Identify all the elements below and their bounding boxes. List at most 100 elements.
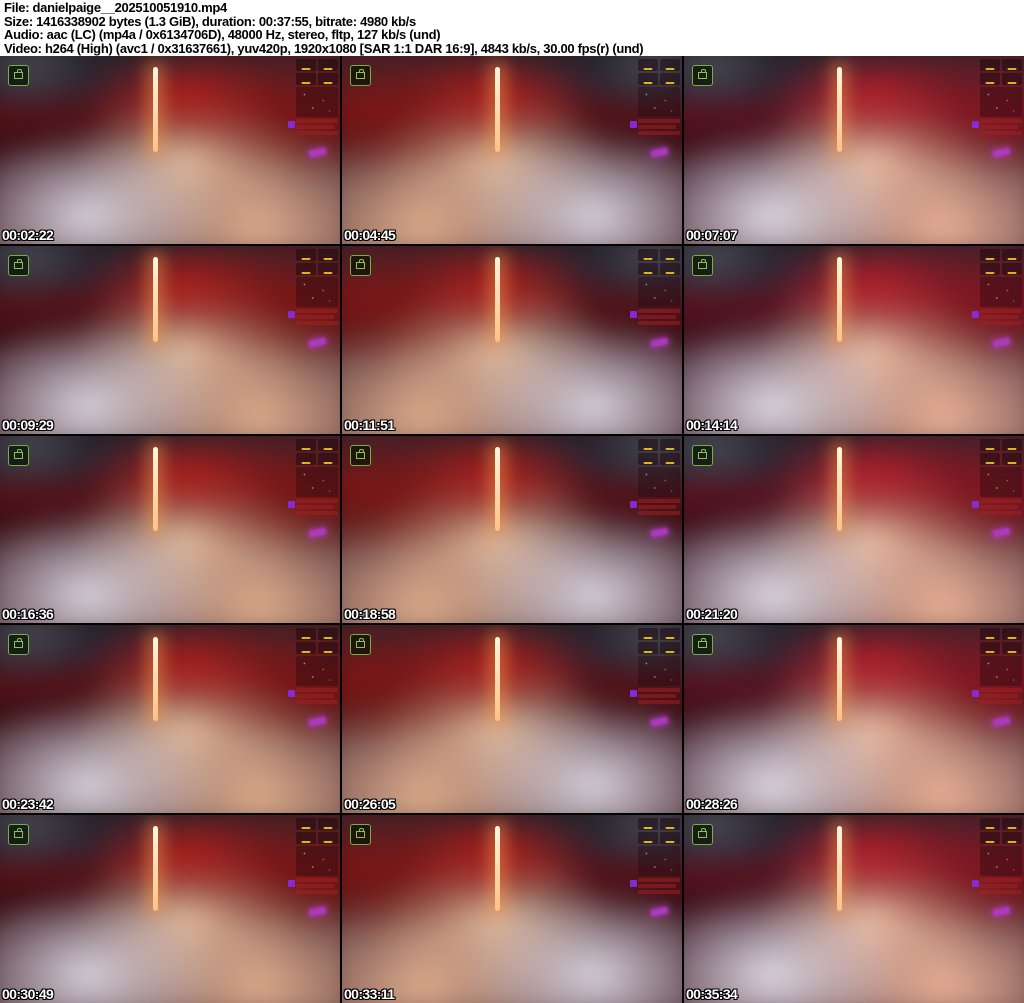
stream-stats-overlay xyxy=(630,438,680,538)
thumbnail[interactable]: 00:14:14 xyxy=(684,245,1024,434)
chat-line xyxy=(980,688,1022,693)
file-name-line: File: danielpaige__202510051910.mp4 xyxy=(4,0,227,15)
stream-stats-overlay xyxy=(630,248,680,348)
timestamp-label: 00:26:05 xyxy=(344,796,396,813)
green-stream-logo-icon xyxy=(8,444,29,466)
thumbnail[interactable]: 00:18:58 xyxy=(342,435,682,624)
stream-stats-overlay xyxy=(288,628,338,728)
thumbnail[interactable]: 00:23:42 xyxy=(0,625,340,814)
thumbnail[interactable]: 00:30:49 xyxy=(0,815,340,1003)
stream-stats-overlay xyxy=(288,438,338,538)
tip-menu-panel xyxy=(638,656,680,687)
green-stream-logo-icon xyxy=(692,634,713,656)
thumbnail[interactable]: 00:02:22 xyxy=(0,56,340,244)
tip-menu-panel xyxy=(638,846,680,877)
chat-line xyxy=(296,498,338,503)
green-stream-logo-icon xyxy=(8,634,29,656)
chat-line xyxy=(296,688,338,693)
timestamp-label: 00:21:20 xyxy=(686,606,738,623)
purple-marker xyxy=(288,500,295,508)
timestamp-label: 00:07:07 xyxy=(686,226,738,243)
chat-line xyxy=(638,308,680,313)
thumbnail-image-placeholder xyxy=(684,56,1024,244)
video-info-line: Video: h264 (High) (avc1 / 0x31637661), … xyxy=(4,40,644,56)
timestamp-label: 00:33:11 xyxy=(344,986,395,1002)
thumbnail[interactable]: 00:35:34 xyxy=(684,815,1024,1003)
led-lamp-glow xyxy=(837,67,842,152)
thumbnail[interactable]: 00:09:29 xyxy=(0,245,340,434)
stat-tiles xyxy=(980,248,1022,275)
thumbnail[interactable]: 00:21:20 xyxy=(684,435,1024,624)
thumbnail-image-placeholder xyxy=(0,245,340,434)
thumbnail-image-placeholder xyxy=(684,245,1024,434)
timestamp-label: 00:28:26 xyxy=(686,796,738,813)
chat-line xyxy=(980,884,1018,889)
led-lamp-glow xyxy=(495,446,500,532)
purple-marker xyxy=(630,310,637,318)
thumbnail[interactable]: 00:33:11 xyxy=(342,815,682,1003)
thumbnail-image-placeholder xyxy=(342,815,682,1003)
led-lamp-glow xyxy=(495,636,500,722)
chat-line xyxy=(296,125,334,129)
chat-line xyxy=(296,314,334,319)
purple-marker xyxy=(288,310,295,318)
thumbnail[interactable]: 00:07:07 xyxy=(684,56,1024,244)
audio-info-line: Audio: aac (LC) (mp4a / 0x6134706D), 480… xyxy=(4,27,441,42)
stat-tiles xyxy=(980,818,1022,845)
chat-line xyxy=(296,308,338,313)
green-stream-logo-icon xyxy=(8,824,29,846)
chat-line xyxy=(980,119,1022,123)
chat-line xyxy=(980,498,1022,503)
thumbnail-image-placeholder xyxy=(684,435,1024,624)
stat-tiles xyxy=(296,818,338,845)
timestamp-label: 00:18:58 xyxy=(344,606,396,623)
purple-marker xyxy=(288,690,295,698)
timestamp-label: 00:09:29 xyxy=(2,416,54,433)
thumbnail-image-placeholder xyxy=(684,625,1024,814)
stat-tiles xyxy=(296,628,338,655)
chat-line xyxy=(980,320,1022,325)
led-lamp-glow xyxy=(153,826,158,911)
chat-line xyxy=(296,878,338,883)
thumbnail[interactable]: 00:11:51 xyxy=(342,245,682,434)
green-stream-logo-icon xyxy=(350,824,371,846)
chat-line xyxy=(296,131,338,135)
stat-tiles xyxy=(980,438,1022,465)
thumbnail[interactable]: 00:26:05 xyxy=(342,625,682,814)
chat-line xyxy=(296,700,338,705)
stream-stats-overlay xyxy=(972,818,1022,917)
led-lamp-glow xyxy=(495,826,500,911)
stream-stats-overlay xyxy=(972,628,1022,728)
green-stream-logo-icon xyxy=(350,254,371,276)
thumbnail-image-placeholder xyxy=(0,625,340,814)
tip-menu-panel xyxy=(980,466,1022,497)
chat-line xyxy=(638,688,680,693)
stat-tiles xyxy=(296,59,338,85)
led-lamp-glow xyxy=(153,446,158,532)
chat-line xyxy=(980,504,1018,509)
chat-line xyxy=(980,308,1022,313)
thumbnail[interactable]: 00:28:26 xyxy=(684,625,1024,814)
green-stream-logo-icon xyxy=(8,65,29,86)
thumbnail[interactable]: 00:04:45 xyxy=(342,56,682,244)
stat-tiles xyxy=(638,248,680,275)
purple-marker xyxy=(288,121,295,128)
purple-marker xyxy=(972,500,979,508)
tip-menu-panel xyxy=(980,846,1022,877)
led-lamp-glow xyxy=(837,257,842,342)
chat-line xyxy=(296,694,334,699)
file-metadata-header: File: danielpaige__202510051910.mp4 Size… xyxy=(0,0,1024,56)
chat-line xyxy=(296,320,338,325)
purple-marker xyxy=(630,880,637,888)
chat-line xyxy=(638,320,680,325)
green-stream-logo-icon xyxy=(350,444,371,466)
thumbnail-image-placeholder xyxy=(0,56,340,244)
stream-stats-overlay xyxy=(288,818,338,917)
thumbnail-image-placeholder xyxy=(342,56,682,244)
thumbnail-image-placeholder xyxy=(684,815,1024,1003)
thumbnail[interactable]: 00:16:36 xyxy=(0,435,340,624)
stream-stats-overlay xyxy=(630,818,680,917)
purple-marker xyxy=(972,310,979,318)
stream-stats-overlay xyxy=(630,59,680,158)
chat-line xyxy=(638,498,680,503)
